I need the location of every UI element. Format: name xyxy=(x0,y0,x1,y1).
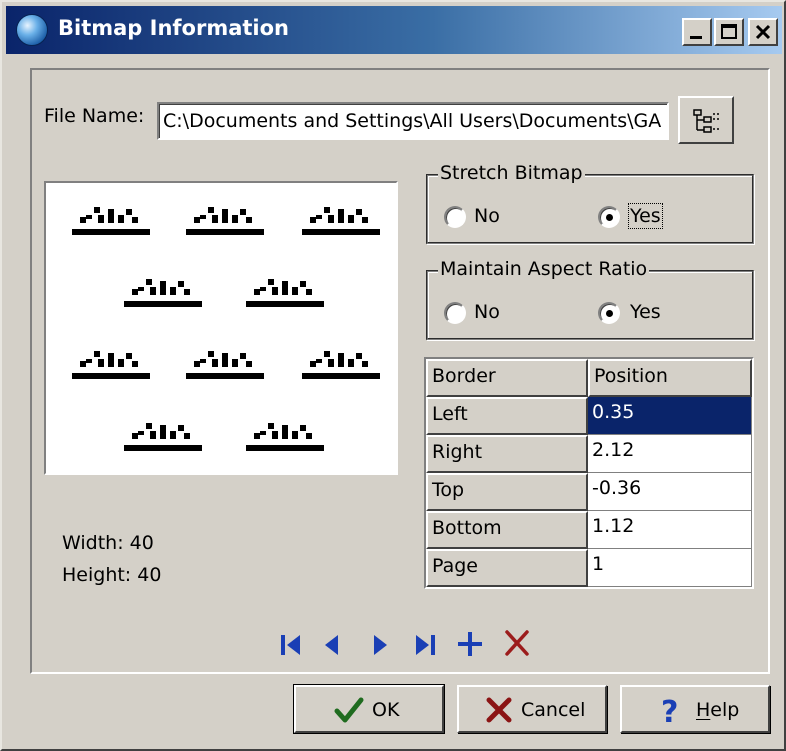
browse-button[interactable] xyxy=(678,96,734,144)
border-position-grid[interactable]: Border Position Left 0.35 Right 2.12 Top… xyxy=(424,357,754,589)
bitmap-height-label: Height: 40 xyxy=(62,564,162,586)
maximize-button[interactable] xyxy=(714,18,744,46)
cancel-x-icon xyxy=(486,697,512,723)
maintain-aspect-ratio-title: Maintain Aspect Ratio xyxy=(438,258,650,280)
window-title: Bitmap Information xyxy=(58,16,289,40)
close-button[interactable] xyxy=(748,18,778,46)
row-header-right[interactable]: Right xyxy=(426,435,588,473)
ok-button[interactable]: OK xyxy=(293,684,445,734)
help-button[interactable]: ? Help xyxy=(620,685,770,733)
stretch-bitmap-title: Stretch Bitmap xyxy=(438,162,585,184)
row-header-page[interactable]: Page xyxy=(426,549,588,587)
grass-pattern-image xyxy=(72,207,380,451)
column-header-border[interactable]: Border xyxy=(426,359,588,397)
title-bar[interactable]: Bitmap Information xyxy=(6,6,782,54)
row-header-top[interactable]: Top xyxy=(426,473,588,511)
svg-text:?: ? xyxy=(661,696,678,726)
aspect-yes-radio[interactable] xyxy=(598,302,620,324)
help-button-label: Help xyxy=(696,699,740,721)
ok-button-label: OK xyxy=(372,699,400,721)
add-record-icon[interactable] xyxy=(454,628,486,660)
file-name-field[interactable]: C:\Documents and Settings\All Users\Docu… xyxy=(157,102,669,140)
aspect-no-radio[interactable] xyxy=(444,302,466,324)
position-cell-bottom[interactable]: 1.12 xyxy=(588,511,752,549)
minimize-button[interactable] xyxy=(682,18,712,46)
file-name-label: File Name: xyxy=(44,105,145,127)
close-icon xyxy=(755,24,771,40)
position-cell-page[interactable]: 1 xyxy=(588,549,752,587)
cancel-button-label: Cancel xyxy=(521,699,586,721)
bitmap-width-label: Width: 40 xyxy=(62,532,154,554)
aspect-no-label[interactable]: No xyxy=(474,301,500,323)
stretch-no-label[interactable]: No xyxy=(474,205,500,227)
stretch-yes-label[interactable]: Yes xyxy=(628,203,663,229)
row-header-left[interactable]: Left xyxy=(426,397,588,435)
position-cell-left[interactable]: 0.35 xyxy=(588,397,752,435)
previous-record-icon[interactable] xyxy=(320,630,344,660)
position-cell-right[interactable]: 2.12 xyxy=(588,435,752,473)
first-record-icon[interactable] xyxy=(278,630,304,660)
aspect-yes-label[interactable]: Yes xyxy=(630,301,661,323)
folder-tree-icon xyxy=(693,109,720,133)
minimize-icon xyxy=(690,36,702,39)
help-question-icon: ? xyxy=(661,696,678,726)
bitmap-preview xyxy=(44,181,398,475)
position-cell-top[interactable]: -0.36 xyxy=(588,473,752,511)
bitmap-information-dialog: Bitmap Information File Name: C:\Documen… xyxy=(0,0,786,751)
row-header-bottom[interactable]: Bottom xyxy=(426,511,588,549)
delete-record-icon[interactable] xyxy=(502,628,532,658)
checkmark-icon xyxy=(334,697,364,723)
column-header-position[interactable]: Position xyxy=(588,359,752,397)
next-record-icon[interactable] xyxy=(368,630,392,660)
maintain-aspect-ratio-group: Maintain Aspect Ratio No Yes xyxy=(426,258,754,340)
stretch-no-radio[interactable] xyxy=(444,206,466,228)
cancel-button[interactable]: Cancel xyxy=(457,685,607,733)
maximize-icon xyxy=(721,24,737,39)
radio-selected-dot xyxy=(606,214,613,221)
globe-icon xyxy=(16,14,48,46)
last-record-icon[interactable] xyxy=(412,630,438,660)
radio-selected-dot xyxy=(606,310,613,317)
stretch-yes-radio[interactable] xyxy=(598,206,620,228)
stretch-bitmap-group: Stretch Bitmap No Yes xyxy=(426,162,754,244)
